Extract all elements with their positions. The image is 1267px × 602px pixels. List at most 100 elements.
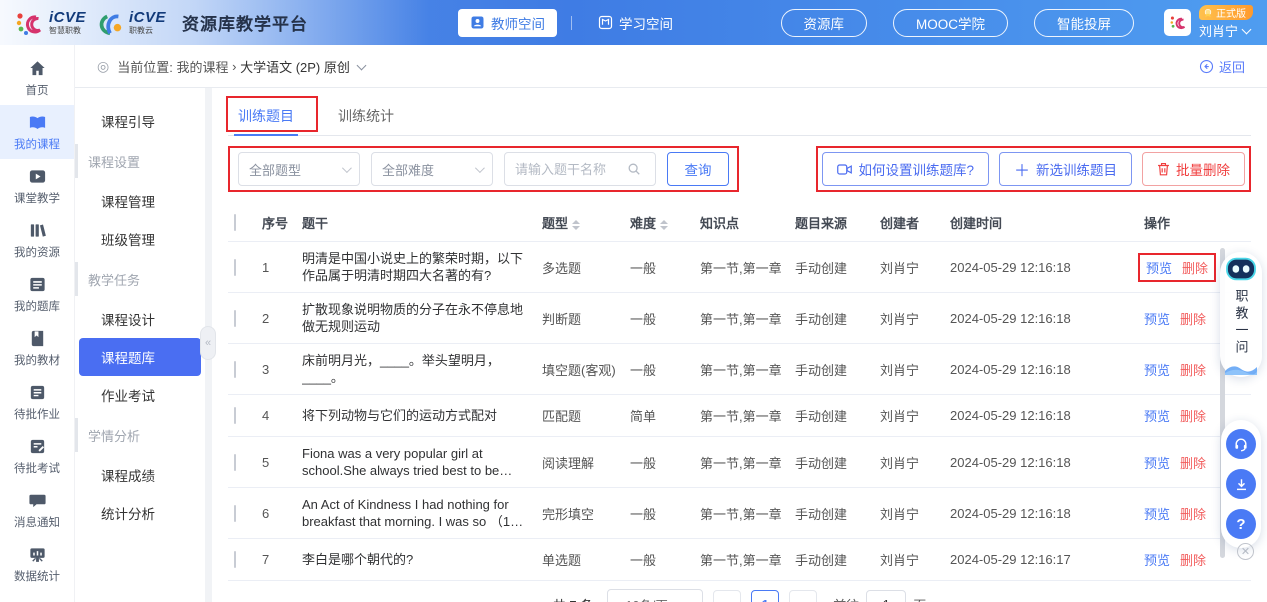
avatar[interactable] [1164,9,1191,36]
back-arrow-icon [1199,59,1214,74]
cell-type: 阅读理解 [542,453,630,472]
goto-page-input[interactable] [866,590,906,602]
preview-link[interactable]: 预览 [1144,406,1170,425]
learning-space-button[interactable]: 学习空间 [586,9,685,37]
annotation-box-actions: 如何设置训练题库? ＋ 新选训练题目 批量删除 [816,146,1251,192]
delete-link[interactable]: 删除 [1180,504,1206,523]
cell-source: 手动创建 [795,453,880,472]
tab-training-statistics[interactable]: 训练统计 [338,96,394,135]
cell-difficulty: 一般 [630,309,700,328]
page-number-1[interactable]: 1 [751,590,779,602]
sidebar-item-home[interactable]: 首页 [0,51,74,105]
row-checkbox[interactable] [234,310,236,327]
breadcrumb-separator: › [232,59,236,74]
row-checkbox[interactable] [234,505,236,522]
page-size-select[interactable]: 10条/页 [607,589,703,602]
prev-page-button[interactable]: ‹ [713,590,741,602]
submenu-item-course-guide[interactable]: 课程引导 [79,102,201,140]
row-checkbox[interactable] [234,551,236,568]
teacher-space-button[interactable]: 教师空间 [458,9,557,37]
submenu-collapse-button[interactable]: « [200,326,216,360]
col-difficulty[interactable]: 难度 [630,213,700,232]
cell-knowledge: 第一节,第一章 [700,453,795,472]
sidebar-item-pending-homework[interactable]: 待批作业 [0,375,74,429]
submenu-item-homework-exam[interactable]: 作业考试 [79,376,201,414]
breadcrumb-root[interactable]: 我的课程 [176,57,228,76]
cell-knowledge: 第一节,第一章 [700,406,795,425]
smart-casting-button[interactable]: 智能投屏 [1034,9,1134,37]
question-type-select[interactable]: 全部题型 [238,152,360,186]
preview-link[interactable]: 预览 [1144,360,1170,379]
content-area: 课程引导 课程设置 课程管理 班级管理 教学任务 课程设计 课程题库 作业考试 … [75,88,1267,602]
user-menu[interactable]: 刘肖宁 [1199,21,1250,40]
sort-icon[interactable] [572,220,580,230]
difficulty-select[interactable]: 全部难度 [371,152,493,186]
cell-stem: 将下列动物与它们的运动方式配对 [302,407,542,424]
submenu-item-class-management[interactable]: 班级管理 [79,220,201,258]
resource-library-button[interactable]: 资源库 [781,9,868,37]
icve-zhihui-logo: iCVE 智慧职教 [14,8,86,38]
preview-link[interactable]: 预览 [1144,504,1170,523]
download-button[interactable] [1226,469,1256,499]
sidebar-item-my-courses[interactable]: 我的课程 [0,105,74,159]
delete-link[interactable]: 删除 [1180,550,1206,569]
submenu-item-course-design[interactable]: 课程设计 [79,300,201,338]
sidebar-item-data-statistics[interactable]: 数据统计 [0,537,74,591]
sidebar-item-pending-exams[interactable]: 待批考试 [0,429,74,483]
sidebar-item-classroom-teaching[interactable]: 课堂教学 [0,159,74,213]
query-button[interactable]: 查询 [667,152,729,186]
sidebar-item-my-resources[interactable]: 我的资源 [0,213,74,267]
statistics-board-icon [28,545,47,564]
sidebar-item-notifications[interactable]: 消息通知 [0,483,74,537]
select-all-checkbox[interactable] [234,214,236,231]
sidebar-item-third-party-apps[interactable]: 第三方应用 [0,591,74,602]
delete-link[interactable]: 删除 [1182,258,1208,277]
howto-setup-bank-button[interactable]: 如何设置训练题库? [822,152,989,186]
cell-created: 2024-05-29 12:16:18 [950,408,1120,423]
cell-source: 手动创建 [795,504,880,523]
floating-toolbar: ? [1221,420,1261,548]
delete-link[interactable]: 删除 [1180,309,1206,328]
customer-service-button[interactable] [1226,429,1256,459]
delete-link[interactable]: 删除 [1180,406,1206,425]
next-page-button[interactable]: › [789,590,817,602]
submenu-item-course-question-bank[interactable]: 课程题库 [79,338,201,376]
sidebar-item-my-textbooks[interactable]: 我的教材 [0,321,74,375]
mooc-academy-button[interactable]: MOOC学院 [893,9,1008,37]
submenu-gap: « [205,88,212,602]
table-row: 7 李白是哪个朝代的? 单选题 一般 第一节,第一章 手动创建 刘肖宁 2024… [228,539,1251,581]
search-icon[interactable] [627,162,641,176]
add-training-questions-button[interactable]: ＋ 新选训练题目 [999,152,1132,186]
delete-link[interactable]: 删除 [1180,360,1206,379]
col-knowledge: 知识点 [700,213,795,232]
preview-link[interactable]: 预览 [1144,550,1170,569]
cell-type: 单选题 [542,550,630,569]
sidebar-item-my-question-bank[interactable]: 我的题库 [0,267,74,321]
submenu-item-course-management[interactable]: 课程管理 [79,182,201,220]
course-dropdown-chevron-icon[interactable] [356,60,366,70]
ops-group: 预览 删除 [1138,547,1212,572]
help-button[interactable]: ? [1226,509,1256,539]
delete-link[interactable]: 删除 [1180,453,1206,472]
cell-source: 手动创建 [795,406,880,425]
submenu-item-statistical-analysis[interactable]: 统计分析 [79,494,201,532]
sort-icon[interactable] [660,220,668,230]
tab-training-questions[interactable]: 训练题目 [238,96,294,135]
row-checkbox[interactable] [234,454,236,471]
preview-link[interactable]: 预览 [1144,453,1170,472]
back-button[interactable]: 返回 [1199,57,1245,76]
preview-link[interactable]: 预览 [1144,309,1170,328]
close-floating-icon[interactable]: ✕ [1237,543,1254,560]
assistant-widget[interactable]: 职教一问 [1220,252,1262,377]
cell-stem: 明清是中国小说史上的繁荣时期，以下作品属于明清时期四大名著的有? [302,250,542,284]
stem-search-input[interactable] [515,162,627,177]
preview-link[interactable]: 预览 [1146,258,1172,277]
submenu-item-course-grades[interactable]: 课程成绩 [79,456,201,494]
row-checkbox[interactable] [234,407,236,424]
col-type[interactable]: 题型 [542,213,630,232]
assistant-label: 职教一问 [1232,289,1251,357]
batch-delete-button[interactable]: 批量删除 [1142,152,1245,186]
col-creator: 创建者 [880,213,950,232]
row-checkbox[interactable] [234,361,236,378]
row-checkbox[interactable] [234,259,236,276]
